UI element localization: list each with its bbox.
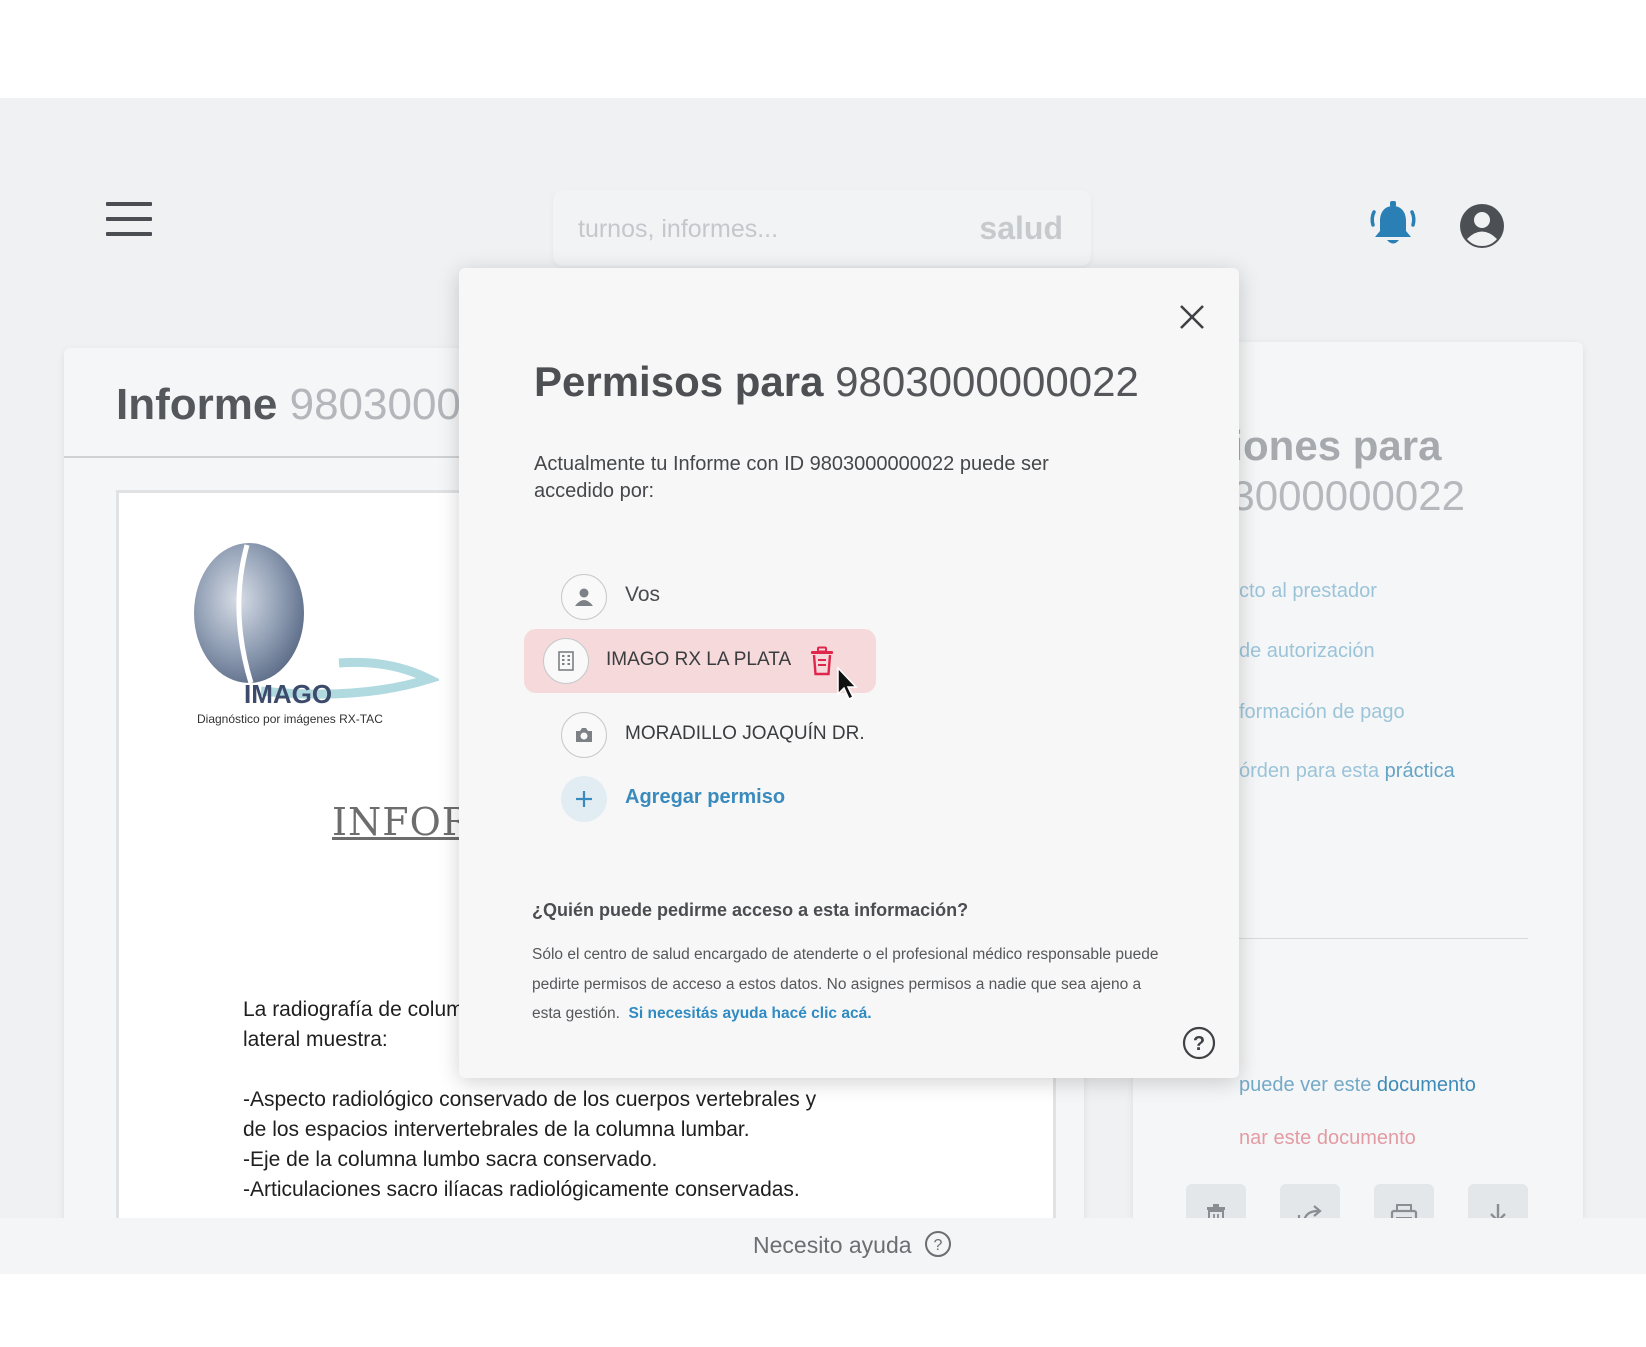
practice-order-link[interactable]: órden para esta práctica (1239, 760, 1455, 783)
share-icon (1297, 1205, 1322, 1218)
actions-title: ciones para (1208, 422, 1442, 469)
help-question-icon[interactable]: ? (1182, 1026, 1216, 1060)
authorization-link[interactable]: de autorización (1239, 640, 1375, 663)
svg-text:?: ? (1193, 1033, 1205, 1055)
help-question-icon[interactable]: ? (924, 1230, 952, 1258)
delete-permission-icon[interactable] (809, 646, 835, 676)
permission-label: Vos (625, 583, 661, 606)
download-icon (1490, 1204, 1506, 1218)
permission-item-imago[interactable]: IMAGO RX LA PLATA (524, 629, 876, 693)
actions-title-id: 03000000022 (1208, 472, 1465, 519)
notification-bell-icon[interactable] (1366, 198, 1420, 252)
print-button[interactable] (1374, 1184, 1434, 1218)
permission-label: IMAGO RX LA PLATA (606, 649, 792, 670)
add-permission-button[interactable]: Agregar permiso (625, 786, 785, 809)
help-link[interactable]: Necesito ayuda (753, 1232, 912, 1259)
building-icon (543, 638, 589, 684)
imago-logo: IMAGO Diagnóstico por imágenes RX-TAC (194, 543, 439, 726)
document-actions (1186, 1184, 1531, 1218)
svg-text:IMAGO: IMAGO (244, 679, 332, 709)
camera-icon (561, 712, 607, 758)
trash-icon (1207, 1204, 1225, 1218)
user-account-icon[interactable] (1458, 202, 1506, 250)
svg-text:?: ? (934, 1237, 943, 1254)
search-placeholder: turnos, informes... (578, 215, 779, 243)
contact-provider-link[interactable]: cto al prestador (1239, 580, 1377, 603)
who-can-see-link[interactable]: puede ver este documento (1239, 1074, 1476, 1097)
svg-text:Diagnóstico por imágenes RX-T: Diagnóstico por imágenes RX-TAC (197, 712, 383, 726)
search-input[interactable]: turnos, informes... salud (553, 190, 1091, 266)
question-text: Sólo el centro de salud encargado de ate… (532, 946, 1159, 1022)
brand-logo-text: salud (979, 210, 1063, 246)
divider (64, 456, 484, 458)
add-permission-row[interactable]: Agregar permiso (543, 767, 895, 831)
close-icon[interactable] (1179, 304, 1205, 330)
plus-icon[interactable] (561, 776, 607, 822)
menu-icon[interactable] (106, 202, 152, 236)
payment-info-link[interactable]: formación de pago (1239, 701, 1405, 724)
mouse-cursor-icon (837, 666, 858, 701)
permission-item-vos: Vos (543, 565, 895, 629)
person-icon (561, 574, 607, 620)
footer: Necesito ayuda ? (0, 1218, 1646, 1274)
help-link-modal[interactable]: Si necesitás ayuda hacé clic acá. (629, 1005, 872, 1022)
print-icon (1390, 1204, 1418, 1218)
download-button[interactable] (1468, 1184, 1528, 1218)
delete-button[interactable] (1186, 1184, 1246, 1218)
permission-label: MORADILLO JOAQUÍN DR. (625, 723, 865, 744)
permission-item-moradillo: MORADILLO JOAQUÍN DR. (543, 703, 895, 767)
question-title: ¿Quién puede pedirme acceso a esta infor… (532, 900, 969, 920)
modal-description: Actualmente tu Informe con ID 9803000000… (534, 453, 1049, 502)
delete-document-link[interactable]: nar este documento (1239, 1127, 1416, 1150)
modal-title: Permisos para 9803000000022 (534, 358, 1139, 405)
share-button[interactable] (1280, 1184, 1340, 1218)
